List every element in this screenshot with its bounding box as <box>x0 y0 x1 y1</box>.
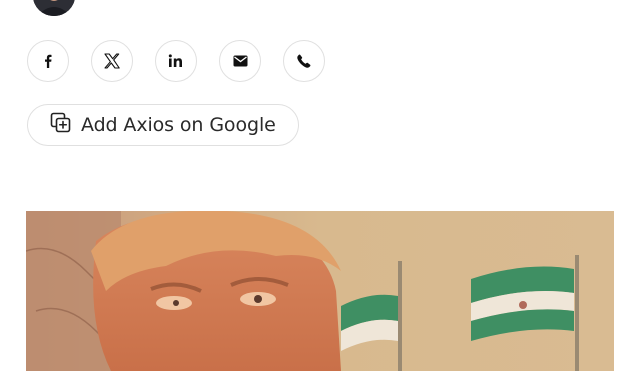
share-x-button[interactable] <box>91 40 133 82</box>
share-phone-button[interactable] <box>283 40 325 82</box>
share-email-button[interactable] <box>219 40 261 82</box>
add-axios-on-google-label: Add Axios on Google <box>81 114 276 136</box>
author-avatar <box>33 0 75 16</box>
hero-image <box>26 211 614 371</box>
linkedin-icon <box>168 54 184 68</box>
share-linkedin-button[interactable] <box>155 40 197 82</box>
facebook-icon <box>41 54 55 68</box>
mail-icon <box>233 55 248 67</box>
share-buttons <box>27 40 325 82</box>
add-axios-on-google-button[interactable]: Add Axios on Google <box>27 104 299 146</box>
x-icon <box>104 53 120 69</box>
phone-icon <box>297 54 311 68</box>
add-source-icon <box>50 112 72 139</box>
share-facebook-button[interactable] <box>27 40 69 82</box>
